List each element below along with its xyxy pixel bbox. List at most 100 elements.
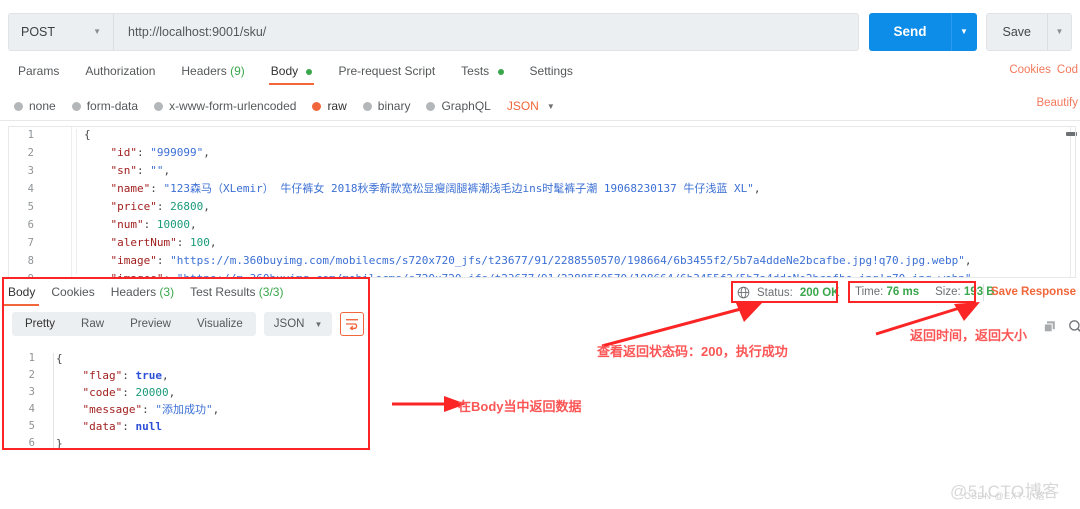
raw-format-select[interactable]: JSON ▼ bbox=[507, 99, 555, 113]
code-line: 6 } bbox=[12, 435, 342, 452]
code-line: 3 "sn": "", bbox=[8, 162, 1076, 180]
code-token: "999099" bbox=[150, 146, 204, 159]
request-body-editor[interactable]: 1 { 2 "id": "999099", 3 "sn": "", 4 "nam… bbox=[8, 126, 1076, 278]
body-type-form-data[interactable]: form-data bbox=[71, 99, 138, 113]
body-type-label: none bbox=[29, 99, 56, 113]
save-button[interactable]: Save bbox=[987, 14, 1048, 50]
code-token: "price" bbox=[84, 200, 157, 213]
radio-icon bbox=[426, 101, 436, 111]
send-options-chevron-down-icon[interactable]: ▼ bbox=[950, 12, 977, 51]
response-time-size-group: Time: 76 ms Size: 193 B bbox=[855, 286, 995, 298]
response-view-preview[interactable]: Preview bbox=[117, 312, 184, 336]
request-tab-headers[interactable]: Headers (9) bbox=[173, 61, 252, 85]
response-tab-cookies[interactable]: Cookies bbox=[51, 283, 94, 306]
cookies-link[interactable]: Cookies bbox=[1009, 64, 1051, 76]
globe-icon bbox=[737, 286, 750, 299]
code-token: "alertNum" bbox=[84, 236, 177, 249]
request-tab-tests[interactable]: Tests bbox=[453, 61, 511, 85]
body-type-binary[interactable]: binary bbox=[362, 99, 411, 113]
code-token: "images" bbox=[84, 272, 163, 278]
code-link[interactable]: Cod bbox=[1057, 64, 1078, 76]
code-token: : bbox=[142, 403, 156, 416]
code-line: 6 "num": 10000, bbox=[8, 216, 1076, 234]
response-view-raw[interactable]: Raw bbox=[68, 312, 117, 336]
line-number: 1 bbox=[28, 352, 35, 364]
line-number: 1 bbox=[27, 129, 34, 141]
line-number: 5 bbox=[28, 420, 35, 432]
code-token: , bbox=[212, 403, 220, 416]
code-token: "num" bbox=[84, 218, 144, 231]
body-type-x-www-form-urlencoded[interactable]: x-www-form-urlencoded bbox=[154, 99, 296, 113]
code-token: "https://m.360buyimg.com/mobilecms/s720x… bbox=[177, 272, 972, 278]
response-status-group: Status: 200 OK bbox=[737, 286, 839, 299]
wrap-lines-icon[interactable] bbox=[340, 312, 365, 336]
time-label: Time: bbox=[855, 286, 884, 298]
code-token: , bbox=[203, 200, 210, 213]
request-tab-params[interactable]: Params bbox=[10, 61, 67, 85]
divider bbox=[0, 120, 1080, 121]
search-icon[interactable] bbox=[1068, 319, 1080, 337]
save-response-label: Save Response bbox=[991, 286, 1077, 298]
fold-gutter bbox=[44, 198, 72, 216]
body-type-graphql[interactable]: GraphQL bbox=[426, 99, 491, 113]
request-tab-pre-request-script[interactable]: Pre-request Script bbox=[330, 61, 443, 85]
body-type-none[interactable]: none bbox=[14, 99, 56, 113]
response-tab-label: Test Results bbox=[190, 285, 256, 299]
status-label: Status: bbox=[757, 286, 793, 299]
response-tab-body[interactable]: Body bbox=[3, 283, 40, 306]
body-type-label: binary bbox=[377, 99, 411, 113]
beautify-link[interactable]: Beautify bbox=[1036, 97, 1078, 109]
body-type-raw[interactable]: raw bbox=[312, 99, 347, 113]
send-button-group: Send ▼ bbox=[869, 12, 977, 51]
code-token: : bbox=[156, 200, 171, 213]
response-view-visualize[interactable]: Visualize bbox=[184, 312, 256, 336]
request-tab-label: Headers bbox=[181, 64, 227, 78]
line-number: 4 bbox=[28, 403, 35, 415]
code-token: : bbox=[122, 369, 136, 382]
save-response-button[interactable]: Save Response ▼ bbox=[991, 286, 1080, 298]
time-field: Time: 76 ms bbox=[855, 286, 919, 298]
size-label: Size: bbox=[935, 286, 961, 298]
code-token: { bbox=[56, 352, 63, 365]
code-token: : bbox=[176, 236, 190, 249]
save-options-chevron-down-icon[interactable]: ▼ bbox=[1047, 13, 1071, 50]
response-format-select[interactable]: JSON ▼ bbox=[263, 312, 333, 336]
request-tab-body[interactable]: Body bbox=[263, 61, 321, 85]
response-view-pretty[interactable]: Pretty bbox=[12, 312, 68, 336]
response-tab-label: Cookies bbox=[51, 285, 95, 299]
send-button[interactable]: Send bbox=[869, 12, 951, 51]
chevron-down-icon: ▼ bbox=[93, 27, 101, 36]
code-token: 100 bbox=[189, 236, 210, 249]
fold-gutter bbox=[44, 252, 72, 270]
code-token: true bbox=[135, 369, 162, 382]
divider bbox=[983, 284, 984, 301]
code-token: , bbox=[209, 236, 217, 249]
response-tab-headers[interactable]: Headers (3) bbox=[111, 283, 174, 306]
code-line: 4 "message": "添加成功", bbox=[12, 401, 342, 418]
request-url-input[interactable]: http://localhost:9001/sku/ bbox=[114, 14, 858, 50]
code-token: "添加成功" bbox=[155, 403, 213, 416]
response-body-viewer[interactable]: 1 { 2 "flag": true, 3 "code": 20000, 4 "… bbox=[12, 350, 342, 452]
size-field: Size: 193 B bbox=[935, 286, 994, 298]
request-tab-label: Tests bbox=[461, 64, 490, 78]
copy-icon[interactable] bbox=[1043, 320, 1057, 337]
request-tab-authorization[interactable]: Authorization bbox=[77, 61, 163, 85]
code-token: { bbox=[84, 128, 91, 141]
tests-modified-dot-icon bbox=[497, 68, 504, 75]
code-token: "code" bbox=[56, 386, 123, 399]
request-editor-scrollbar-track[interactable] bbox=[1070, 127, 1071, 277]
http-method-select[interactable]: POST ▼ bbox=[9, 13, 114, 50]
watermark: @51CTO博客 CSDN @EXT-小落 bbox=[950, 477, 1075, 503]
fold-gutter bbox=[44, 180, 72, 198]
line-number: 3 bbox=[28, 386, 35, 398]
response-tab-test-results[interactable]: Test Results (3/3) bbox=[190, 283, 283, 306]
request-editor-scrollbar-thumb[interactable] bbox=[1066, 132, 1077, 136]
fold-gutter bbox=[44, 126, 72, 144]
code-token: : bbox=[163, 272, 176, 278]
request-tab-settings[interactable]: Settings bbox=[522, 61, 581, 85]
line-number: 9 bbox=[8, 270, 44, 278]
line-number: 8 bbox=[27, 255, 34, 267]
method-url-group: POST ▼ http://localhost:9001/sku/ bbox=[8, 12, 860, 51]
code-token: "123森马（XLemir） 牛仔裤女 2018秋季新款宽松显瘦阔腿裤潮浅毛边i… bbox=[163, 182, 754, 195]
code-token: : bbox=[136, 164, 151, 177]
